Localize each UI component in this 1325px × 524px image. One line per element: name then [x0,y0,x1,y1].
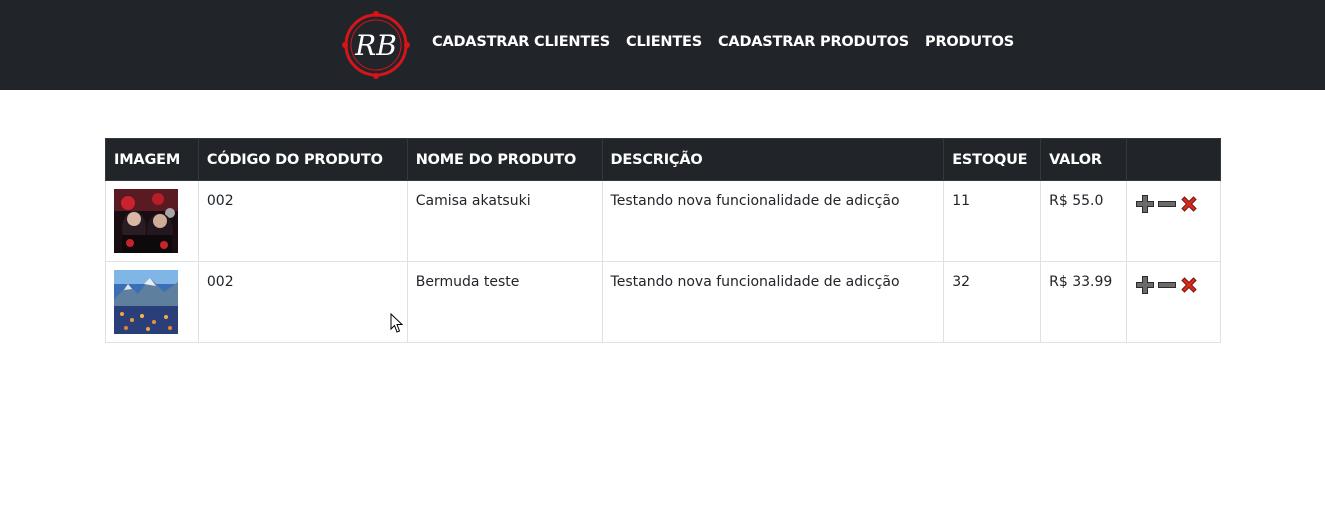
product-stock: 32 [943,261,1042,343]
table-header-row: IMAGEM CÓDIGO DO PRODUTO NOME DO PRODUTO… [105,138,1221,181]
brand-logo[interactable]: RB [342,11,410,79]
product-price: R$ 33.99 [1040,261,1128,343]
nav-link-clientes[interactable]: CLIENTES [618,34,710,50]
product-price: R$ 55.0 [1040,180,1128,262]
close-icon[interactable] [1179,275,1199,295]
product-description: Testando nova funcionalidade de adicção [601,180,945,262]
plus-icon[interactable] [1135,194,1155,214]
main-nav: CADASTRAR CLIENTES CLIENTES CADASTRAR PR… [424,30,1022,54]
product-name: Camisa akatsuki [406,180,603,262]
product-thumbnail-akatsuki [114,189,178,253]
logo-lettering: RB [354,29,397,62]
header-code: CÓDIGO DO PRODUTO [197,138,408,181]
plus-icon[interactable] [1135,275,1155,295]
product-stock: 11 [943,180,1042,262]
nav-link-cadastrar-produtos[interactable]: CADASTRAR PRODUTOS [710,34,917,50]
header-actions [1126,138,1221,181]
header-image: IMAGEM [105,138,199,181]
header-name: NOME DO PRODUTO [406,138,603,181]
product-actions-cell [1126,180,1221,262]
product-code: 002 [197,261,408,343]
product-name: Bermuda teste [406,261,603,343]
top-navbar: RB CADASTRAR CLIENTES CLIENTES CADASTRAR… [0,0,1325,90]
product-description: Testando nova funcionalidade de adicção [601,261,945,343]
minus-icon[interactable] [1157,275,1177,295]
close-icon[interactable] [1179,194,1199,214]
nav-link-cadastrar-clientes[interactable]: CADASTRAR CLIENTES [424,34,618,50]
table-row: 002 Bermuda teste Testando nova funciona… [105,261,1221,343]
mouse-cursor-icon [390,313,404,333]
product-image-cell [105,180,199,262]
product-image-cell [105,261,199,343]
nav-link-produtos[interactable]: PRODUTOS [917,34,1022,50]
product-actions-cell [1126,261,1221,343]
header-description: DESCRIÇÃO [601,138,945,181]
product-thumbnail-landscape [114,270,178,334]
products-table: IMAGEM CÓDIGO DO PRODUTO NOME DO PRODUTO… [105,138,1221,343]
row-actions [1135,274,1212,295]
header-stock: ESTOQUE [943,138,1042,181]
table-row: 002 Camisa akatsuki Testando nova funcio… [105,180,1221,262]
minus-icon[interactable] [1157,194,1177,214]
product-code: 002 [197,180,408,262]
header-price: VALOR [1040,138,1128,181]
row-actions [1135,193,1212,214]
